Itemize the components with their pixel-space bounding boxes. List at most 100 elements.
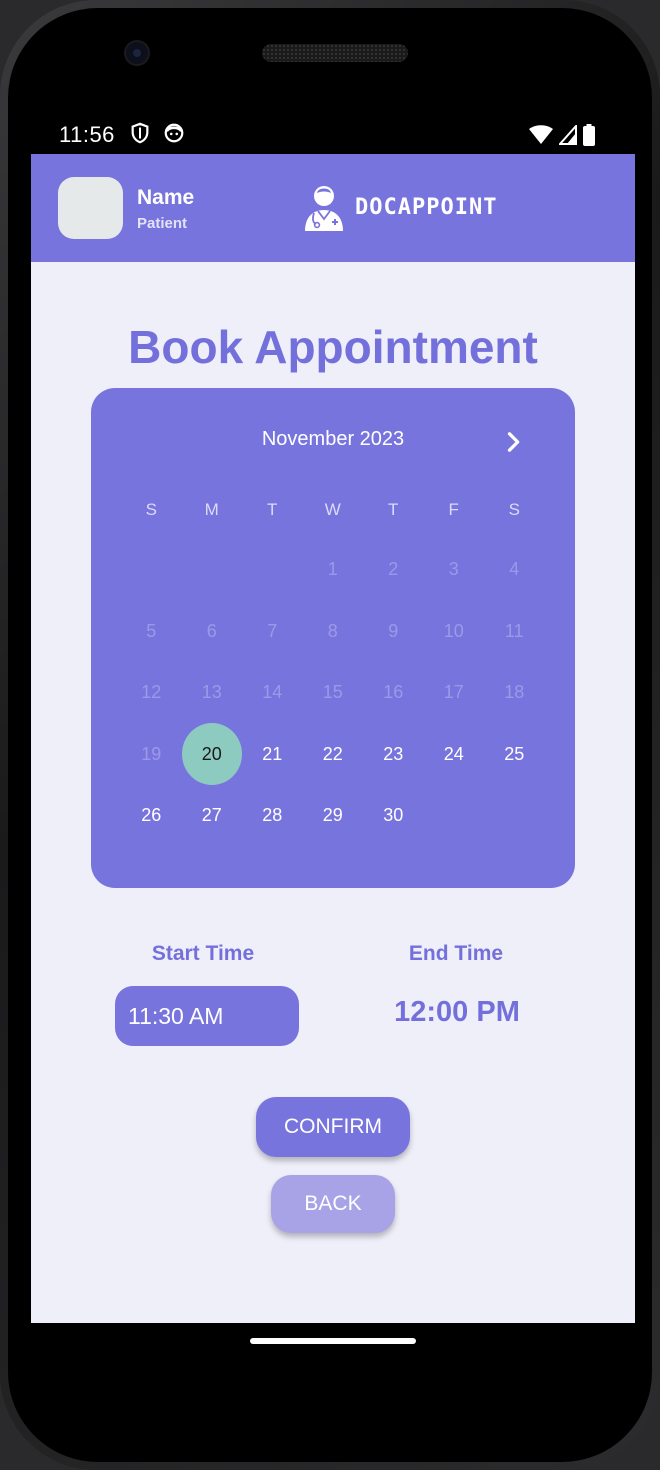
end-time-label: End Time [408,942,504,965]
calendar-day-label: 27 [201,805,222,826]
calendar-day-label: 17 [443,682,464,703]
calendar-day: 18 [484,662,545,724]
calendar-day: 9 [363,601,424,663]
calendar-day-label: 7 [267,620,278,641]
status-icons [529,124,595,146]
end-time-value: 12:00 PM [394,996,520,1028]
calendar-empty-cell [242,539,303,601]
calendar-day[interactable]: 29 [303,785,364,847]
calendar-day-grid: 1 2 3 4 5 6 7 8 9 10 11 12 13 14 15 16 17 18 19 20 21 22 23 24 2… [121,539,545,847]
calendar-day[interactable]: 22 [303,724,364,786]
calendar-day-label: 18 [504,682,525,703]
calendar-day: 2 [363,539,424,601]
calendar-day: 10 [424,601,485,663]
calendar-day-label: 6 [206,620,217,641]
calendar-day: 16 [363,662,424,724]
avatar[interactable] [58,177,123,239]
shield-icon [131,122,149,144]
calendar-day-label: 22 [322,743,343,764]
app-screen: Name Patient DOCAPPOINT Book Appointment… [31,154,635,1323]
calendar-day-label: 9 [388,620,399,641]
start-time-input[interactable]: 11:30 AM [115,986,299,1046]
calendar-day-label: 10 [443,620,464,641]
home-indicator[interactable] [250,1338,416,1344]
calendar-day[interactable]: 27 [182,785,243,847]
calendar-day-label: 26 [141,805,162,826]
signal-icon [559,125,577,145]
calendar-day-label: 4 [509,559,520,580]
calendar-day[interactable]: 26 [121,785,182,847]
start-time-label: Start Time [151,942,255,965]
calendar-day-label: 16 [383,682,404,703]
calendar-day: 12 [121,662,182,724]
calendar-day: 1 [303,539,364,601]
calendar-day-label: 5 [146,620,157,641]
calendar-day-label: 3 [448,559,459,580]
calendar-day-label: 25 [504,743,525,764]
calendar-day-label: 15 [322,682,343,703]
battery-icon [583,124,595,146]
calendar-day: 5 [121,601,182,663]
calendar-day-selected[interactable]: 20 [181,723,242,786]
calendar-day-label: 2 [388,559,399,580]
brand-name: DOCAPPOINT [355,195,498,220]
status-bar: 11:56 [31,114,635,154]
calendar-day-label: 23 [383,743,404,764]
calendar-weekday: M [204,500,219,519]
calendar-weekday: F [448,500,459,519]
calendar-day: 8 [303,601,364,663]
calendar-day-label: 1 [327,559,338,580]
calendar-day-label: 12 [141,682,162,703]
calendar-empty-cell [121,539,182,601]
calendar-weekday: T [267,500,278,519]
calendar-weekday: S [145,500,157,519]
calendar-day: 13 [182,662,243,724]
calendar-day: 3 [424,539,485,601]
calendar-day: 11 [484,601,545,663]
calendar-day[interactable]: 23 [363,724,424,786]
page-title: Book Appointment [128,321,538,373]
confirm-button[interactable]: CONFIRM [256,1097,410,1157]
calendar-day-label: 8 [327,620,338,641]
calendar-day[interactable]: 30 [363,785,424,847]
calendar-day-label: 14 [262,682,283,703]
calendar-weekday: S [508,500,520,519]
calendar-day-label: 30 [383,805,404,826]
calendar-day-label: 29 [322,805,343,826]
calendar-day-label: 28 [262,805,283,826]
calendar-day[interactable]: 24 [424,724,485,786]
calendar-day[interactable]: 21 [242,724,303,786]
chevron-right-icon[interactable] [499,428,527,456]
back-button[interactable]: BACK [271,1175,395,1233]
calendar-day: 17 [424,662,485,724]
calendar-day: 19 [121,724,182,786]
user-role: Patient [137,215,188,232]
navigation-bar [31,1323,635,1363]
calendar-weekday-row: SMTWTFS [121,500,545,520]
user-name: Name [137,186,195,209]
wifi-icon [529,125,553,144]
calendar-day[interactable]: 25 [484,724,545,786]
calendar-weekday: W [324,500,341,519]
calendar-day-label: 19 [141,743,162,764]
calendar-empty-cell [182,539,243,601]
calendar-day[interactable]: 28 [242,785,303,847]
calendar-day-label: 24 [443,743,464,764]
calendar-day-label: 20 [181,723,242,786]
doctor-icon [305,186,343,231]
calendar-day-label: 21 [262,743,283,764]
calendar-day: 7 [242,601,303,663]
phone-frame: 11:56 Name Patient DOCAPPOINT Book Appoi… [0,0,660,1470]
status-time: 11:56 [59,122,115,147]
calendar-day: 4 [484,539,545,601]
front-camera [126,42,148,64]
earpiece-speaker [262,44,408,62]
calendar-day-label: 11 [504,620,524,641]
app-header: Name Patient DOCAPPOINT [31,154,635,262]
calendar-weekday: T [388,500,399,519]
calendar: November 2023 SMTWTFS 1 2 3 4 5 6 7 8 9 10 11 12 13 1… [91,388,575,888]
calendar-day-label: 13 [201,682,222,703]
calendar-day: 14 [242,662,303,724]
calendar-day: 6 [182,601,243,663]
face-icon [164,123,184,143]
